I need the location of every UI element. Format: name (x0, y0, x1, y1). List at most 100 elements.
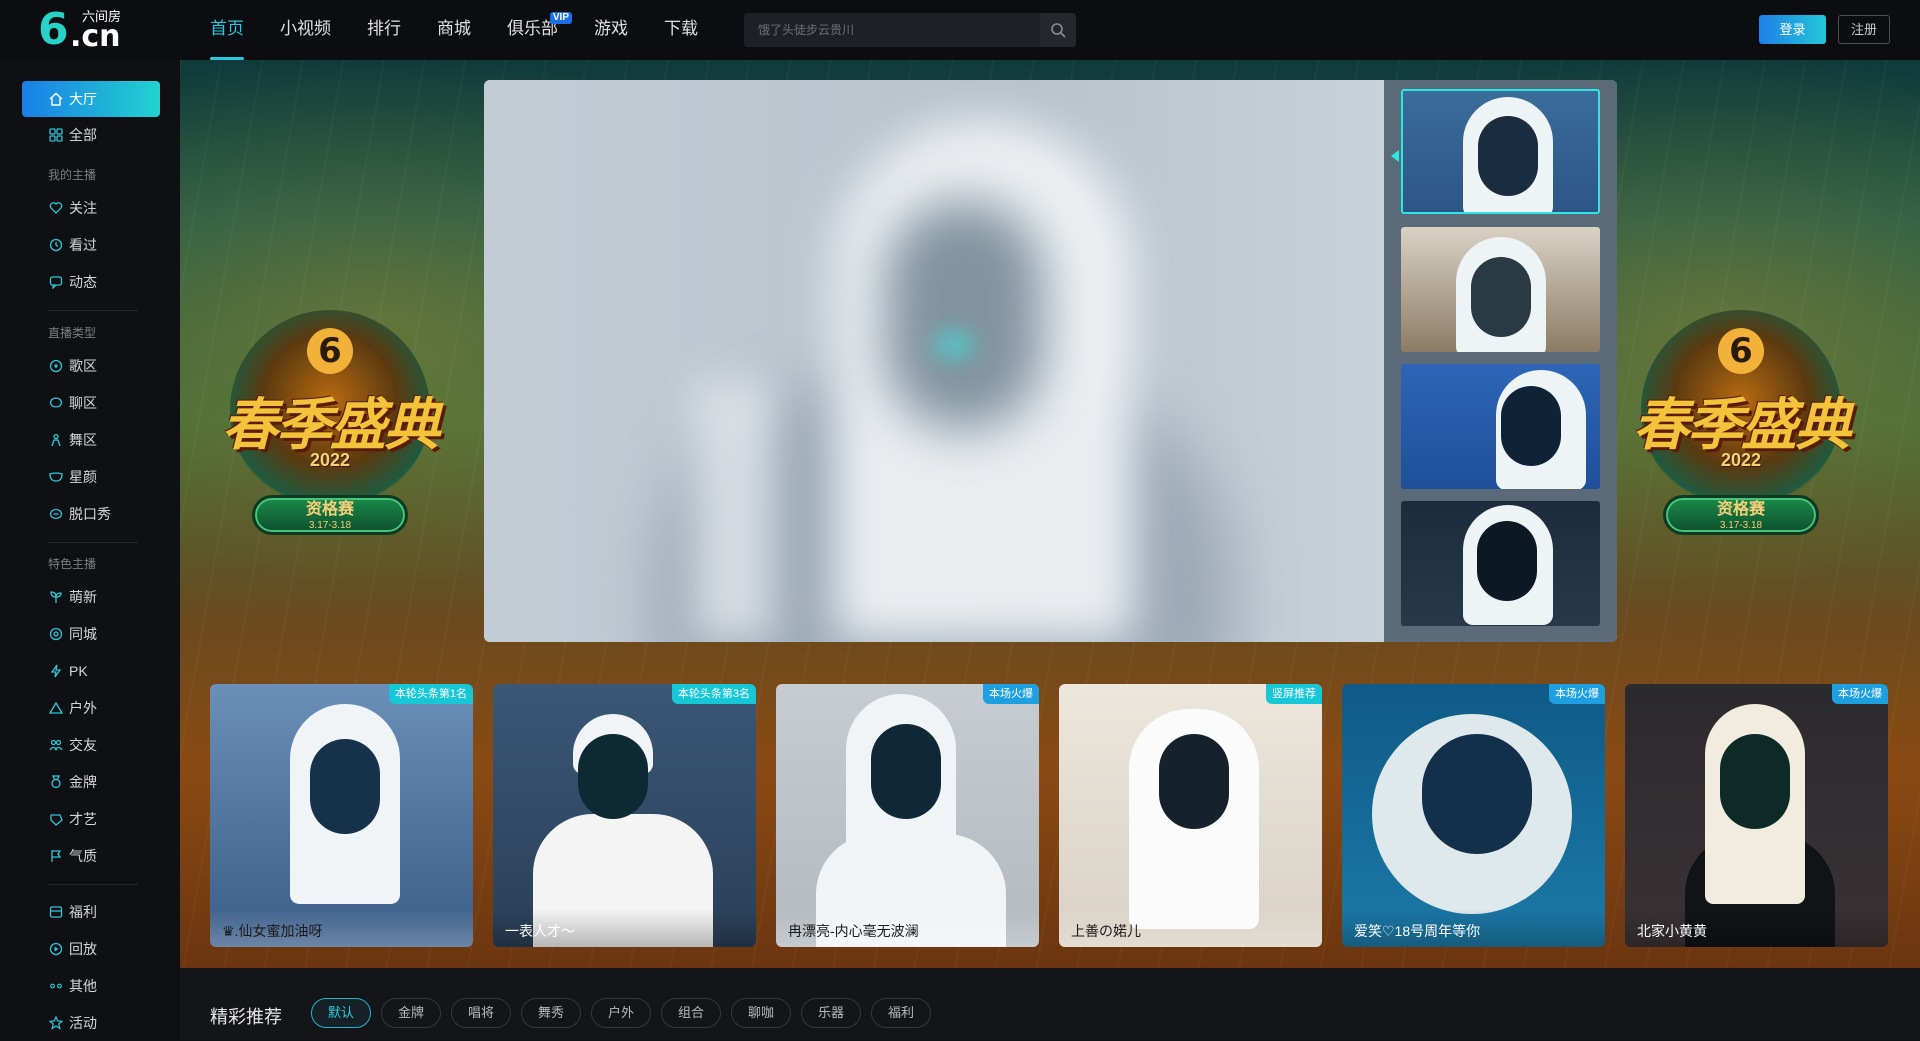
sidebar-item-follow[interactable]: 关注 (22, 190, 160, 226)
anchor-card[interactable]: 本场火爆 北家小黄黄 (1625, 684, 1888, 947)
sidebar-item-nearby[interactable]: 同城 (22, 616, 160, 652)
filter-chip-singer[interactable]: 唱将 (451, 998, 512, 1028)
thumb-1[interactable] (1401, 89, 1600, 214)
sidebar-item-newbie[interactable]: 萌新 (22, 579, 160, 615)
sidebar-item-talkshow[interactable]: 脱口秀 (22, 496, 160, 532)
search-icon (1051, 23, 1066, 38)
nav-mall[interactable]: 商城 (437, 0, 471, 60)
sidebar-item-label: 动态 (69, 274, 97, 290)
sidebar-item-gold[interactable]: 金牌 (22, 764, 160, 800)
anchor-card[interactable]: 本轮头条第3名 一表人才～ (493, 684, 756, 947)
logo-six: 6 (38, 4, 69, 55)
search-input[interactable] (744, 13, 1040, 47)
sidebar-item-label: 脱口秀 (69, 506, 111, 522)
sidebar: 大厅 全部 我的主播 关注 看过 动态 直播类型 歌区 聊区 舞区 星颜 脱口秀… (0, 60, 180, 1040)
sidebar-group-type: 直播类型 (48, 326, 97, 340)
grid-icon (48, 127, 64, 143)
filter-chip-instrument[interactable]: 乐器 (801, 998, 862, 1028)
card-figure-face (1422, 734, 1532, 854)
sidebar-item-sing[interactable]: 歌区 (22, 348, 160, 384)
nav-games-label: 游戏 (594, 19, 628, 38)
sidebar-item-chat[interactable]: 聊区 (22, 385, 160, 421)
top-bar: 6 .cn 六间房 首页 小视频 排行 商城 俱乐部 VIP 游戏 下载 登录 … (0, 0, 1920, 60)
sidebar-item-all[interactable]: 全部 (22, 117, 160, 153)
filter-chip-outdoor[interactable]: 户外 (591, 998, 652, 1028)
anchor-name: 冉漂亮-内心毫无波澜 (776, 909, 1039, 947)
sidebar-item-label: 户外 (69, 700, 97, 716)
sidebar-item-label: 福利 (69, 904, 97, 920)
filter-chip-default[interactable]: 默认 (311, 998, 372, 1028)
sidebar-item-label: 关注 (69, 200, 97, 216)
main-content: 6 春季盛典 2022 资格赛 3.17-3.18 6 春季盛典 2022 资格… (180, 60, 1920, 1040)
mountain-icon (48, 700, 64, 716)
nav-download[interactable]: 下载 (664, 0, 698, 60)
emblem-year: 2022 (1720, 450, 1762, 470)
nav-short-video[interactable]: 小视频 (280, 0, 331, 60)
filter-chip-group[interactable]: 组合 (661, 998, 722, 1028)
sidebar-item-events[interactable]: 活动 (22, 1005, 160, 1041)
sidebar-item-other[interactable]: 其他 (22, 968, 160, 1004)
anchor-card[interactable]: 竖屏推荐 上善の婼儿 (1059, 684, 1322, 947)
sidebar-divider (48, 884, 138, 885)
location-icon (48, 626, 64, 642)
anchor-card[interactable]: 本场火爆 冉漂亮-内心毫无波澜 (776, 684, 1039, 947)
sidebar-divider (48, 542, 138, 543)
event-emblem-left[interactable]: 6 春季盛典 2022 资格赛 3.17-3.18 (195, 280, 465, 550)
star-icon (48, 1015, 64, 1031)
emblem-logo-icon: 6 (307, 328, 353, 374)
sidebar-item-welfare[interactable]: 福利 (22, 894, 160, 930)
thumb-3[interactable] (1401, 364, 1600, 489)
site-logo[interactable]: 6 .cn 六间房 (38, 8, 138, 52)
recommend-bar (180, 968, 1920, 1040)
event-emblem-right[interactable]: 6 春季盛典 2022 资格赛 3.17-3.18 (1606, 280, 1876, 550)
anchor-card[interactable]: 本场火爆 爱笑♡18号周年等你 (1342, 684, 1605, 947)
sidebar-item-talent[interactable]: 才艺 (22, 801, 160, 837)
nav-home[interactable]: 首页 (210, 0, 244, 60)
register-button[interactable]: 注册 (1838, 15, 1890, 44)
clock-icon (48, 237, 64, 253)
sidebar-item-dance[interactable]: 舞区 (22, 422, 160, 458)
emblem-stage: 资格赛 (1716, 501, 1765, 518)
sidebar-item-watched[interactable]: 看过 (22, 227, 160, 263)
sidebar-item-outdoor[interactable]: 户外 (22, 690, 160, 726)
filter-chip-dance[interactable]: 舞秀 (521, 998, 582, 1028)
sidebar-item-feed[interactable]: 动态 (22, 264, 160, 300)
live-video[interactable] (484, 80, 1384, 642)
rank-badge: 本轮头条第3名 (671, 684, 756, 704)
nav-club[interactable]: 俱乐部 VIP (507, 0, 572, 60)
search-box (744, 13, 1076, 47)
emblem-dates: 3.17-3.18 (1719, 520, 1763, 531)
sidebar-item-label: 金牌 (69, 774, 97, 790)
emblem-title: 春季盛典 (1633, 392, 1851, 458)
users-icon (48, 737, 64, 753)
nav-home-label: 首页 (210, 19, 244, 38)
emblem-stage-pill: 资格赛 3.17-3.18 (252, 495, 408, 535)
filter-chip-gold[interactable]: 金牌 (381, 998, 442, 1028)
filter-chip-welfare[interactable]: 福利 (871, 998, 932, 1028)
replay-icon (48, 941, 64, 957)
thumb-face (1471, 257, 1531, 337)
sidebar-item-hall[interactable]: 大厅 (22, 81, 160, 117)
emblem-stage-pill: 资格赛 3.17-3.18 (1663, 495, 1819, 535)
vip-badge: VIP (549, 12, 572, 24)
sidebar-item-star-face[interactable]: 星颜 (22, 459, 160, 495)
sidebar-item-temperament[interactable]: 气质 (22, 838, 160, 874)
sprout-icon (48, 589, 64, 605)
thumb-4[interactable] (1401, 501, 1600, 626)
nav-ranking[interactable]: 排行 (367, 0, 401, 60)
vertical-badge: 竖屏推荐 (1266, 684, 1322, 704)
video-figure-arm (694, 380, 774, 640)
emblem-title: 春季盛典 (222, 392, 440, 458)
sidebar-item-friends[interactable]: 交友 (22, 727, 160, 763)
sidebar-item-label: 活动 (69, 1015, 97, 1031)
thumb-2[interactable] (1401, 227, 1600, 352)
filter-chip-chat[interactable]: 聊咖 (731, 998, 792, 1028)
sidebar-item-label: 歌区 (69, 358, 97, 374)
login-button[interactable]: 登录 (1759, 15, 1826, 44)
search-button[interactable] (1040, 13, 1076, 47)
nav-games[interactable]: 游戏 (594, 0, 628, 60)
anchor-card[interactable]: 本轮头条第1名 ♛.仙女蜜加油呀 (210, 684, 473, 947)
sidebar-item-label: 舞区 (69, 432, 97, 448)
sidebar-item-replay[interactable]: 回放 (22, 931, 160, 967)
sidebar-item-pk[interactable]: PK (22, 653, 160, 689)
